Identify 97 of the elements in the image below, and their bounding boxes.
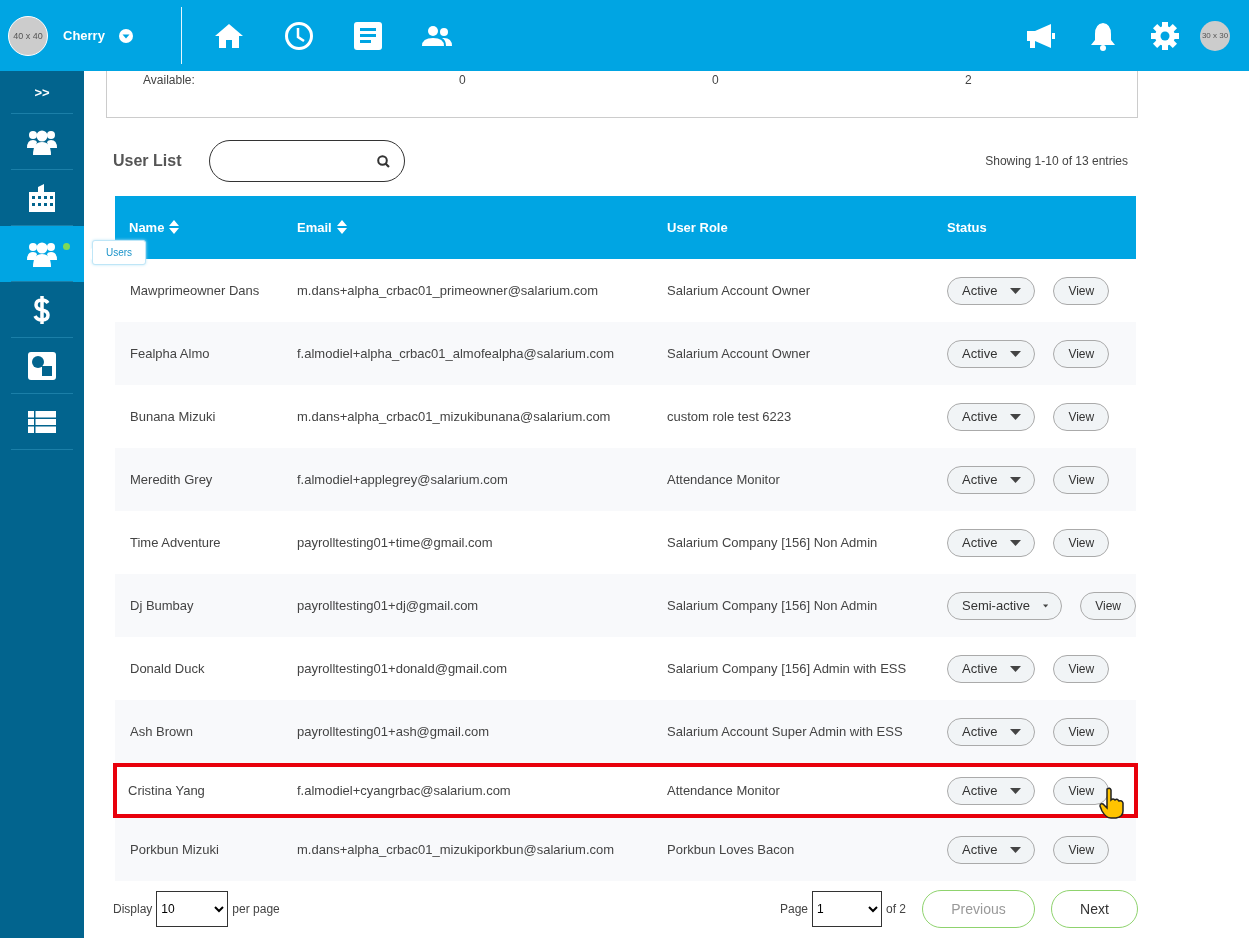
status-dropdown[interactable]: Active [947, 465, 1036, 494]
column-header: User Role [667, 220, 728, 235]
clock-icon[interactable] [283, 20, 314, 51]
table-cell: Mawprimeowner Dans [130, 283, 260, 298]
table-cell: Salarium Account Super Admin with ESS [667, 724, 903, 739]
status-dropdown[interactable]: Active [947, 276, 1036, 305]
status-dropdown[interactable]: Active [947, 654, 1036, 683]
status-dropdown[interactable]: Active [947, 776, 1036, 805]
dropdown-icon[interactable] [118, 28, 133, 43]
caret-icon [1010, 476, 1022, 483]
view-button[interactable]: View [1053, 276, 1110, 305]
status-dropdown[interactable]: Active [947, 835, 1036, 864]
home-icon[interactable] [213, 22, 244, 49]
summary-value: 0 [459, 73, 467, 87]
list-icon[interactable] [28, 411, 56, 433]
sort-icon[interactable] [336, 220, 347, 234]
search-icon[interactable] [377, 154, 391, 168]
table-cell: payrolltesting01+time@gmail.com [297, 535, 493, 550]
caret-icon [1010, 539, 1022, 546]
table-cell: Salarium Company [156] Non Admin [667, 535, 878, 550]
per-page-label: per page [232, 902, 280, 916]
caret-icon [1010, 846, 1022, 853]
dollar-icon[interactable] [32, 295, 52, 325]
summary-value: 2 [965, 73, 973, 87]
building-icon[interactable] [29, 184, 55, 212]
status-dropdown[interactable]: Active [947, 717, 1036, 746]
caret-icon [1042, 602, 1049, 609]
per-page-select[interactable]: 10 [156, 891, 229, 927]
table-cell: Cristina Yang [128, 783, 205, 798]
table-cell: Bunana Mizuki [130, 409, 216, 424]
caret-icon [1010, 665, 1022, 672]
display-label: Display [113, 902, 153, 916]
bell-icon[interactable] [1090, 20, 1116, 51]
people-icon[interactable] [421, 25, 452, 46]
status-dropdown[interactable]: Semi-active [947, 591, 1063, 620]
table-cell: Porkbun Loves Bacon [667, 842, 795, 857]
table-cell: f.almodiel+cyangrbac@salarium.com [297, 783, 511, 798]
megaphone-icon[interactable] [1026, 22, 1056, 49]
table-cell: Salarium Company [156] Non Admin [667, 598, 878, 613]
search-field[interactable] [209, 140, 406, 182]
table-cell: Fealpha Almo [130, 346, 210, 361]
table-cell: Salarium Account Owner [667, 283, 811, 298]
table-cell: Dj Bumbay [130, 598, 194, 613]
view-button[interactable]: View [1053, 402, 1110, 431]
view-button[interactable]: View [1053, 835, 1110, 864]
view-button[interactable]: View [1053, 776, 1110, 805]
table-cell: m.dans+alpha_crbac01_mizukibunana@salarium.com [297, 409, 611, 424]
table-cell: Donald Duck [130, 661, 205, 676]
sort-icon[interactable] [169, 220, 180, 234]
table-cell: m.dans+alpha_crbac01_mizukiporkbun@salarium.com [297, 842, 615, 857]
table-cell: f.almodiel+alpha_crbac01_almofealpha@salarium.com [297, 346, 615, 361]
table-cell: Attendance Monitor [667, 783, 780, 798]
view-button[interactable]: View [1053, 339, 1110, 368]
summary-value: 0 [712, 73, 720, 87]
profile-avatar[interactable]: 30 x 30 [1200, 20, 1230, 51]
page-label: Page [779, 902, 808, 916]
table-cell: Attendance Monitor [667, 472, 780, 487]
caret-icon [1010, 350, 1022, 357]
view-button[interactable]: View [1053, 465, 1110, 494]
summary-label: Available: [142, 73, 196, 87]
notification-dot [63, 243, 70, 250]
table-cell: f.almodiel+applegrey@salarium.com [297, 472, 508, 487]
table-cell: Meredith Grey [130, 472, 213, 487]
table-cell: payrolltesting01+ash@gmail.com [297, 724, 490, 739]
status-dropdown[interactable]: Active [947, 402, 1036, 431]
caret-icon [1010, 287, 1022, 294]
table-cell: Salarium Company [156] Admin with ESS [667, 661, 907, 676]
table-cell: Ash Brown [130, 724, 193, 739]
settings-icon[interactable] [1150, 20, 1180, 51]
view-button[interactable]: View [1053, 528, 1110, 557]
page-select[interactable]: 1 [812, 891, 882, 927]
shapes-icon[interactable] [28, 352, 56, 380]
view-button[interactable]: View [1080, 591, 1136, 620]
expand-toggle[interactable]: >> [34, 84, 50, 100]
view-button[interactable]: View [1053, 717, 1110, 746]
status-dropdown[interactable]: Active [947, 339, 1036, 368]
status-dropdown[interactable]: Active [947, 528, 1036, 557]
table-cell: Salarium Account Owner [667, 346, 811, 361]
page-total: of 2 [886, 902, 906, 916]
entries-count: Showing 1-10 of 13 entries [985, 154, 1128, 168]
next-button[interactable]: Next [1051, 890, 1138, 928]
group-icon[interactable] [27, 129, 57, 155]
table-cell: Time Adventure [130, 535, 221, 550]
table-cell: m.dans+alpha_crbac01_primeowner@salarium.com [297, 283, 599, 298]
caret-icon [1010, 728, 1022, 735]
table-cell: custom role test 6223 [667, 409, 792, 424]
document-icon[interactable] [353, 21, 382, 50]
table-cell: payrolltesting01+donald@gmail.com [297, 661, 508, 676]
table-cell: Porkbun Mizuki [130, 842, 219, 857]
column-header: Status [947, 220, 987, 235]
view-button[interactable]: View [1053, 654, 1110, 683]
user-avatar[interactable]: 40 x 40 [8, 15, 48, 56]
section-title: User List [113, 152, 182, 170]
caret-icon [1010, 787, 1022, 794]
group-icon[interactable] [27, 241, 57, 267]
caret-icon [1010, 413, 1022, 420]
table-cell: payrolltesting01+dj@gmail.com [297, 598, 479, 613]
